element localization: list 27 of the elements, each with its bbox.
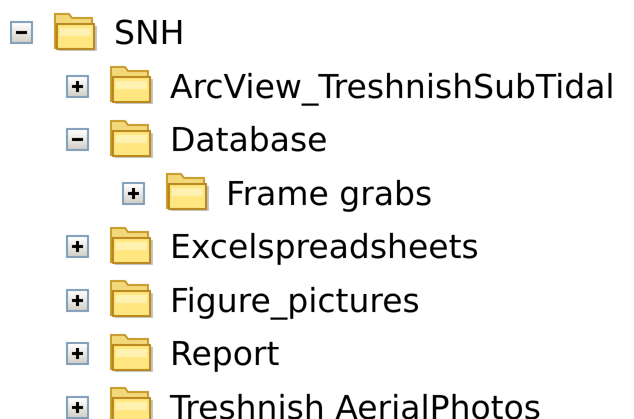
expand-toggle[interactable] (66, 288, 89, 312)
expand-toggle[interactable] (66, 396, 89, 419)
expand-toggle[interactable] (66, 235, 89, 258)
folder-icon (108, 386, 154, 419)
folder-label[interactable]: Treshnish AerialPhotos (170, 390, 541, 419)
plus-icon (126, 186, 141, 201)
minus-icon (72, 138, 83, 142)
plus-icon (70, 78, 85, 94)
folder-label[interactable]: Excelspreadsheets (170, 230, 479, 264)
plus-icon (70, 239, 85, 254)
folder-icon (108, 332, 154, 375)
minus-icon (16, 31, 27, 34)
folder-icon (52, 12, 98, 54)
plus-icon (70, 346, 85, 362)
folder-icon (108, 118, 154, 161)
expand-toggle[interactable] (122, 182, 145, 205)
plus-icon (70, 400, 85, 415)
folder-label[interactable]: Database (170, 123, 328, 156)
folder-icon (108, 226, 154, 268)
folder-label[interactable]: Report (170, 337, 280, 370)
plus-icon (70, 292, 85, 308)
folder-label[interactable]: SNH (114, 16, 184, 50)
expand-toggle[interactable] (66, 342, 89, 366)
expand-toggle[interactable] (66, 74, 89, 98)
collapse-toggle[interactable] (66, 128, 89, 152)
collapse-toggle[interactable] (10, 21, 33, 44)
folder-label[interactable]: Frame grabs (226, 176, 432, 210)
